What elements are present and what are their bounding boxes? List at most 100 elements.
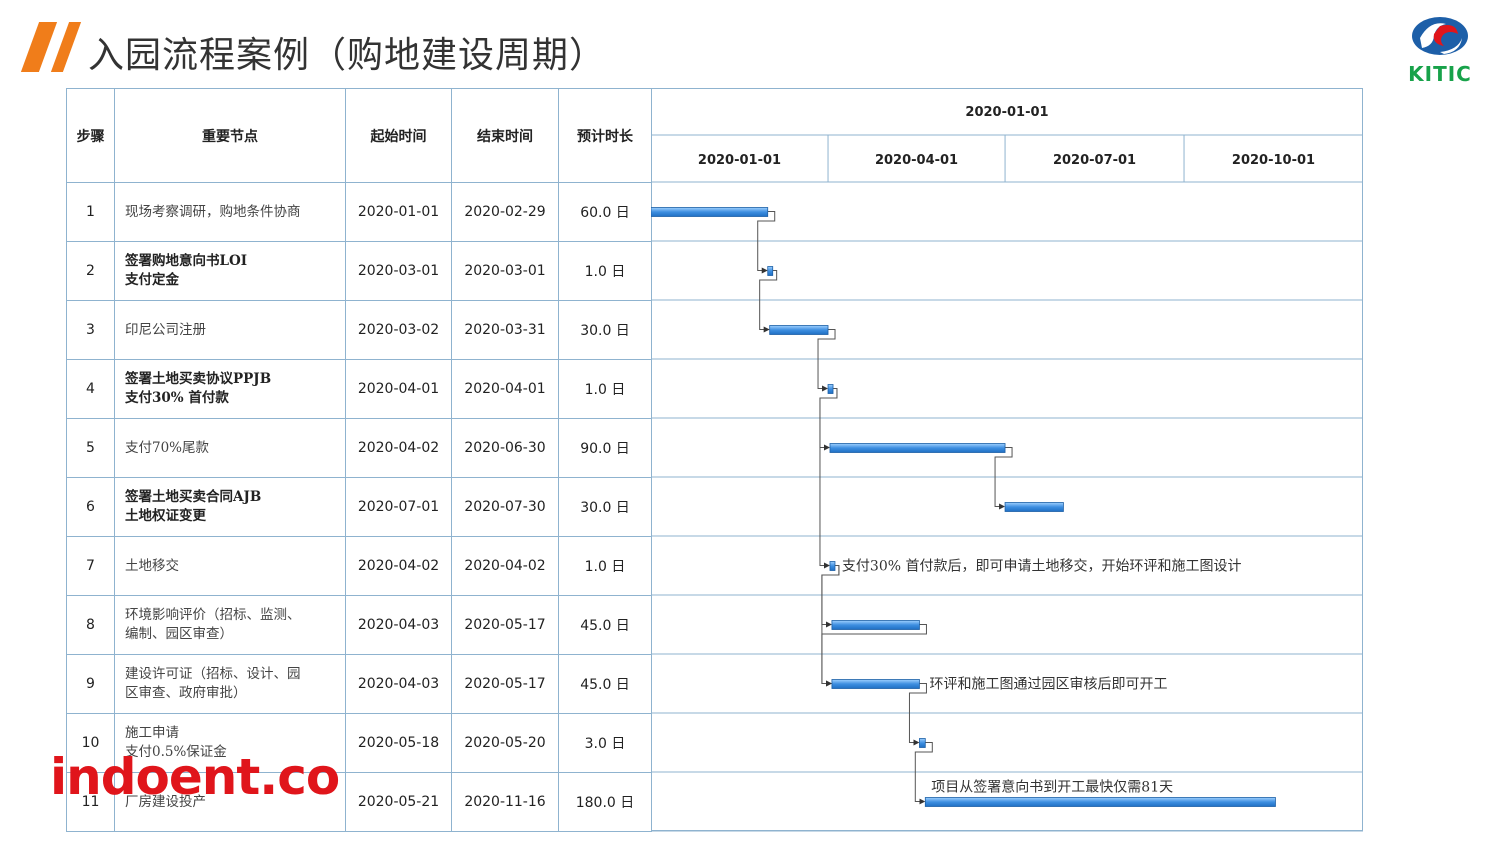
table-row: 4 签署土地买卖协议PPJB 支付30% 首付款 2020-04-01 2020-04-… — [66, 359, 652, 419]
table-header-row: 步骤 重要节点 起始时间 结束时间 预计时长 — [66, 88, 652, 183]
milestone-line: 签署土地买卖合同AJB — [125, 489, 262, 505]
end-date-cell: 2020-11-16 — [451, 772, 559, 832]
start-date-cell: 2020-04-03 — [345, 654, 452, 714]
start-date-cell: 2020-05-21 — [345, 772, 452, 832]
duration-cell: 60.0 日 — [558, 182, 652, 242]
gantt-annotation: 支付30% 首付款后，即可申请土地移交，开始环评和施工图设计 — [842, 558, 1242, 575]
gantt-svg: 2020-01-01 2020-01-01 2020-04-01 2020-07-01… — [651, 88, 1363, 832]
milestone-cell: 签署土地买卖协议PPJB 支付30% 首付款 — [114, 359, 346, 419]
header-start: 起始时间 — [345, 88, 452, 183]
milestone-cell: 环境影响评价（招标、监测、 编制、园区审查） — [114, 595, 346, 655]
table-row: 1 现场考察调研，购地条件协商 2020-01-01 2020-02-29 60.0 日 — [66, 182, 652, 242]
gantt-task-bar — [919, 738, 926, 748]
end-date-cell: 2020-04-01 — [451, 359, 559, 419]
end-date-cell: 2020-03-01 — [451, 241, 559, 301]
duration-cell: 30.0 日 — [558, 477, 652, 537]
step-cell: 5 — [66, 418, 115, 478]
gantt-quarter-label: 2020-07-01 — [1053, 153, 1136, 168]
duration-cell: 3.0 日 — [558, 713, 652, 773]
gantt-annotation: 环评和施工图通过园区审核后即可开工 — [929, 677, 1167, 693]
gantt-task-bar — [829, 443, 1006, 453]
start-date-cell: 2020-04-02 — [345, 418, 452, 478]
gantt-task-bar — [924, 797, 1276, 807]
start-date-cell: 2020-03-02 — [345, 300, 452, 360]
start-date-cell: 2020-01-01 — [345, 182, 452, 242]
duration-cell: 45.0 日 — [558, 654, 652, 714]
milestone-cell: 签署土地买卖合同AJB 土地权证变更 — [114, 477, 346, 537]
page-title: 入园流程案例（购地建设周期） — [88, 35, 607, 76]
end-date-cell: 2020-05-20 — [451, 713, 559, 773]
milestone-line: 区审查、政府审批） — [125, 685, 247, 701]
table-row: 7 土地移交 2020-04-02 2020-04-02 1.0 日 — [66, 536, 652, 596]
step-cell: 7 — [66, 536, 115, 596]
end-date-cell: 2020-07-30 — [451, 477, 559, 537]
end-date-cell: 2020-03-31 — [451, 300, 559, 360]
milestone-line: 签署购地意向书LOI — [125, 253, 248, 269]
step-cell: 2 — [66, 241, 115, 301]
step-cell: 6 — [66, 477, 115, 537]
logo-emblem-icon — [1412, 17, 1468, 55]
milestone-line: 支付70%尾款 — [125, 439, 210, 456]
milestone-line: 支付30% 首付款 — [125, 390, 229, 406]
end-date-cell: 2020-05-17 — [451, 654, 559, 714]
start-date-cell: 2020-04-03 — [345, 595, 452, 655]
title-accent-slash — [20, 22, 58, 72]
milestone-cell: 建设许可证（招标、设计、园 区审查、政府审批） — [114, 654, 346, 714]
duration-cell: 180.0 日 — [558, 772, 652, 832]
header-step: 步骤 — [66, 88, 115, 183]
end-date-cell: 2020-05-17 — [451, 595, 559, 655]
milestone-line: 建设许可证（招标、设计、园 — [125, 666, 301, 682]
milestone-cell: 签署购地意向书LOI 支付定金 — [114, 241, 346, 301]
header-duration: 预计时长 — [558, 88, 652, 183]
milestone-line: 土地权证变更 — [125, 508, 206, 524]
gantt-task-bar — [651, 207, 769, 217]
duration-cell: 1.0 日 — [558, 241, 652, 301]
gantt-annotation: 项目从签署意向书到开工最快仅需81天 — [931, 779, 1173, 796]
title-accent-slash — [50, 22, 82, 72]
table-row: 8 环境影响评价（招标、监测、 编制、园区审查） 2020-04-03 2020-05-… — [66, 595, 652, 655]
header-end: 结束时间 — [451, 88, 559, 183]
duration-cell: 1.0 日 — [558, 359, 652, 419]
schedule-table-container: 步骤 重要节点 起始时间 结束时间 预计时长 1 现场考察调研，购地条件协商 202… — [66, 88, 1363, 835]
kitic-logo: KITIC — [1400, 12, 1480, 86]
step-cell: 3 — [66, 300, 115, 360]
gantt-task-bar — [831, 679, 920, 689]
end-date-cell: 2020-02-29 — [451, 182, 559, 242]
start-date-cell: 2020-04-02 — [345, 536, 452, 596]
gantt-border — [651, 88, 1363, 831]
logo-text: KITIC — [1408, 62, 1472, 86]
table-body: 1 现场考察调研，购地条件协商 2020-01-01 2020-02-29 60.0 日… — [66, 182, 652, 832]
gantt-quarter-label: 2020-01-01 — [698, 153, 781, 168]
watermark-text: indoent.co — [50, 748, 340, 806]
gantt-task-bar — [831, 620, 920, 630]
gantt-milestone-bar — [767, 266, 774, 276]
start-date-cell: 2020-03-01 — [345, 241, 452, 301]
milestone-line: 现场考察调研，购地条件协商 — [125, 203, 301, 220]
gantt-milestone-bar — [827, 384, 834, 394]
milestone-cell: 印尼公司注册 — [114, 300, 346, 360]
milestone-cell: 支付70%尾款 — [114, 418, 346, 478]
step-cell: 4 — [66, 359, 115, 419]
duration-cell: 30.0 日 — [558, 300, 652, 360]
milestone-cell: 土地移交 — [114, 536, 346, 596]
gantt-top-header: 2020-01-01 — [965, 105, 1048, 120]
gantt-task-bar — [1004, 502, 1064, 512]
table-row: 2 签署购地意向书LOI 支付定金 2020-03-01 2020-03-01 1.0 日 — [66, 241, 652, 301]
table-row: 6 签署土地买卖合同AJB 土地权证变更 2020-07-01 2020-07-30 30… — [66, 477, 652, 537]
start-date-cell: 2020-04-01 — [345, 359, 452, 419]
table-row: 3 印尼公司注册 2020-03-02 2020-03-31 30.0 日 — [66, 300, 652, 360]
end-date-cell: 2020-06-30 — [451, 418, 559, 478]
milestone-line: 编制、园区审查） — [125, 626, 233, 642]
gantt-quarter-label: 2020-10-01 — [1232, 153, 1315, 168]
step-cell: 9 — [66, 654, 115, 714]
header-milestone: 重要节点 — [114, 88, 346, 183]
milestone-line: 土地移交 — [125, 557, 179, 574]
milestone-line: 支付定金 — [125, 272, 179, 288]
gantt-milestone-bar — [829, 561, 836, 571]
milestone-line: 环境影响评价（招标、监测、 — [125, 607, 301, 623]
milestone-cell: 现场考察调研，购地条件协商 — [114, 182, 346, 242]
gantt-chart: 2020-01-01 2020-01-01 2020-04-01 2020-07-01… — [651, 88, 1363, 835]
duration-cell: 90.0 日 — [558, 418, 652, 478]
schedule-table: 步骤 重要节点 起始时间 结束时间 预计时长 1 现场考察调研，购地条件协商 202… — [66, 88, 652, 832]
gantt-task-bar — [769, 325, 829, 335]
